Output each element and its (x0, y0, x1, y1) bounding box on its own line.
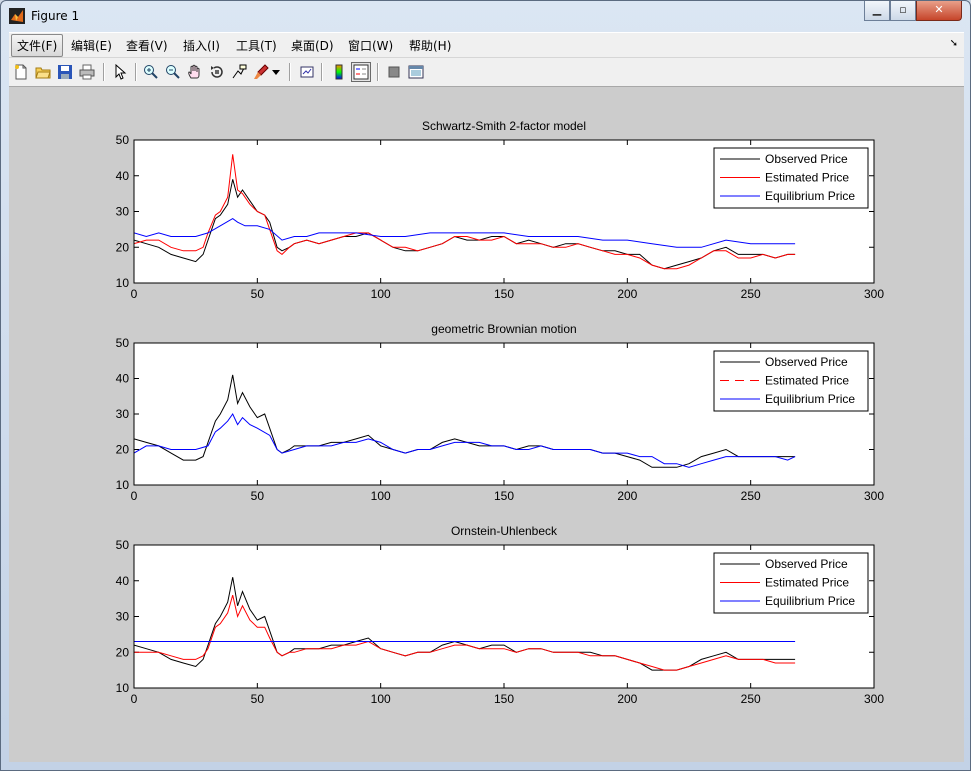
y-tick-label: 20 (116, 240, 130, 254)
legend-label: Estimated Price (765, 171, 849, 185)
y-tick-label: 30 (116, 205, 130, 219)
chart-title: Schwartz-Smith 2-factor model (422, 119, 586, 133)
y-tick-label: 50 (116, 538, 130, 552)
legend-label: Equilibrium Price (765, 392, 855, 406)
minimize-icon: ▁ (872, 3, 882, 16)
legend-label: Equilibrium Price (765, 594, 855, 608)
figure-plots: Schwartz-Smith 2-factor model0 50 100 150 20… (116, 119, 885, 706)
new-figure-icon[interactable] (11, 62, 31, 82)
axes-2: geometric Brownian motion 0 50 100 150 200 250… (116, 322, 885, 503)
x-tick-label: 250 (741, 287, 761, 301)
x-tick-label: 200 (617, 287, 637, 301)
data-cursor-icon[interactable] (229, 62, 249, 82)
axes-3: Ornstein-Uhlenbeck 0 50 100 150 200 250 300 10 20… (116, 524, 885, 706)
y-tick-label: 20 (116, 443, 130, 457)
legend-label: Estimated Price (765, 374, 849, 388)
rotate-3d-icon[interactable] (207, 62, 227, 82)
menu-bar: 文件(F) 编辑(E) 查看(V) 插入(I) 工具(T) 桌面(D) 窗口(W… (9, 32, 964, 57)
x-tick-label: 50 (251, 489, 265, 503)
y-tick-label: 10 (116, 681, 130, 695)
toolbar-separator (135, 63, 137, 81)
menu-insert[interactable]: 插入(I) (179, 36, 224, 55)
menu-help[interactable]: 帮助(H) (405, 36, 455, 55)
x-tick-label: 100 (371, 489, 391, 503)
x-tick-label: 50 (251, 692, 265, 706)
toolbar-separator (321, 63, 323, 81)
axes-1: Schwartz-Smith 2-factor model 0 50 100 150 20… (116, 119, 885, 301)
menu-edit[interactable]: 编辑(E) (67, 36, 116, 55)
x-tick-label: 200 (617, 692, 637, 706)
x-tick-label: 300 (864, 692, 884, 706)
title-bar[interactable]: Figure 1 ▁ ▫ ✕ (1, 1, 970, 31)
menu-view[interactable]: 查看(V) (122, 36, 172, 55)
y-tick-label: 20 (116, 645, 130, 659)
x-tick-label: 300 (864, 287, 884, 301)
legend-label: Observed Price (765, 152, 848, 166)
x-tick-label: 50 (251, 287, 265, 301)
x-tick-label: 150 (494, 287, 514, 301)
legend: Observed Price Estimated Price Equilibrium… (713, 552, 869, 614)
print-icon[interactable] (77, 62, 97, 82)
insert-legend-icon[interactable] (351, 62, 371, 82)
menu-desktop[interactable]: 桌面(D) (287, 36, 338, 55)
legend-label: Observed Price (765, 557, 848, 571)
legend-label: Estimated Price (765, 576, 849, 590)
window-title: Figure 1 (31, 9, 80, 23)
figure-canvas: Schwartz-Smith 2-factor model 0 50 100 150 20… (9, 87, 964, 762)
x-tick-label: 150 (494, 692, 514, 706)
x-tick-label: 150 (494, 489, 514, 503)
minimize-button[interactable]: ▁ (864, 1, 890, 21)
y-tick-label: 50 (116, 336, 130, 350)
y-tick-label: 30 (116, 407, 130, 421)
menu-file[interactable]: 文件(F) (11, 34, 64, 57)
toolbar-separator (103, 63, 105, 81)
toolbar-separator (377, 63, 379, 81)
brush-dropdown-icon[interactable] (271, 62, 281, 82)
chart-title: geometric Brownian motion (431, 322, 576, 336)
brush-icon[interactable] (251, 62, 271, 82)
show-plot-tools-icon[interactable] (406, 62, 426, 82)
figure-window: Figure 1 ▁ ▫ ✕ 文件(F) 编辑(E) 查看(V) 插入(I) 工… (0, 0, 971, 771)
y-tick-label: 10 (116, 276, 130, 290)
chart-title: Ornstein-Uhlenbeck (451, 524, 558, 538)
matlab-logo-icon (9, 8, 25, 24)
x-tick-label: 200 (617, 489, 637, 503)
maximize-button[interactable]: ▫ (890, 1, 916, 21)
x-tick-label: 0 (131, 692, 138, 706)
save-icon[interactable] (55, 62, 75, 82)
y-tick-label: 40 (116, 372, 130, 386)
open-file-icon[interactable] (33, 62, 53, 82)
close-button[interactable]: ✕ (916, 1, 962, 21)
x-tick-label: 0 (131, 287, 138, 301)
menu-window[interactable]: 窗口(W) (344, 36, 397, 55)
menu-tools[interactable]: 工具(T) (232, 36, 281, 55)
edit-plot-arrow-icon[interactable] (110, 62, 130, 82)
legend-label: Observed Price (765, 355, 848, 369)
close-icon: ✕ (934, 3, 944, 16)
maximize-icon: ▫ (899, 3, 907, 16)
hide-plot-tools-icon[interactable] (384, 62, 404, 82)
zoom-out-icon[interactable] (163, 62, 183, 82)
x-tick-label: 100 (371, 692, 391, 706)
zoom-in-icon[interactable] (141, 62, 161, 82)
x-tick-label: 100 (371, 287, 391, 301)
toolbar-separator (289, 63, 291, 81)
y-tick-label: 10 (116, 478, 130, 492)
figure-toolbar (9, 57, 964, 87)
legend: Observed Price Estimated Price Equilibrium… (713, 147, 869, 209)
y-tick-label: 40 (116, 574, 130, 588)
legend: Observed Price Estimated Price Equilibrium… (713, 350, 869, 412)
x-tick-label: 250 (741, 692, 761, 706)
y-tick-label: 30 (116, 610, 130, 624)
insert-colorbar-icon[interactable] (329, 62, 349, 82)
legend-label: Equilibrium Price (765, 189, 855, 203)
x-tick-label: 300 (864, 489, 884, 503)
x-tick-label: 0 (131, 489, 138, 503)
pan-hand-icon[interactable] (185, 62, 205, 82)
link-plot-icon[interactable] (297, 62, 317, 82)
y-tick-label: 40 (116, 169, 130, 183)
y-tick-label: 50 (116, 133, 130, 147)
x-tick-label: 250 (741, 489, 761, 503)
menu-dock-arrow-icon[interactable]: ➘ (950, 38, 958, 49)
